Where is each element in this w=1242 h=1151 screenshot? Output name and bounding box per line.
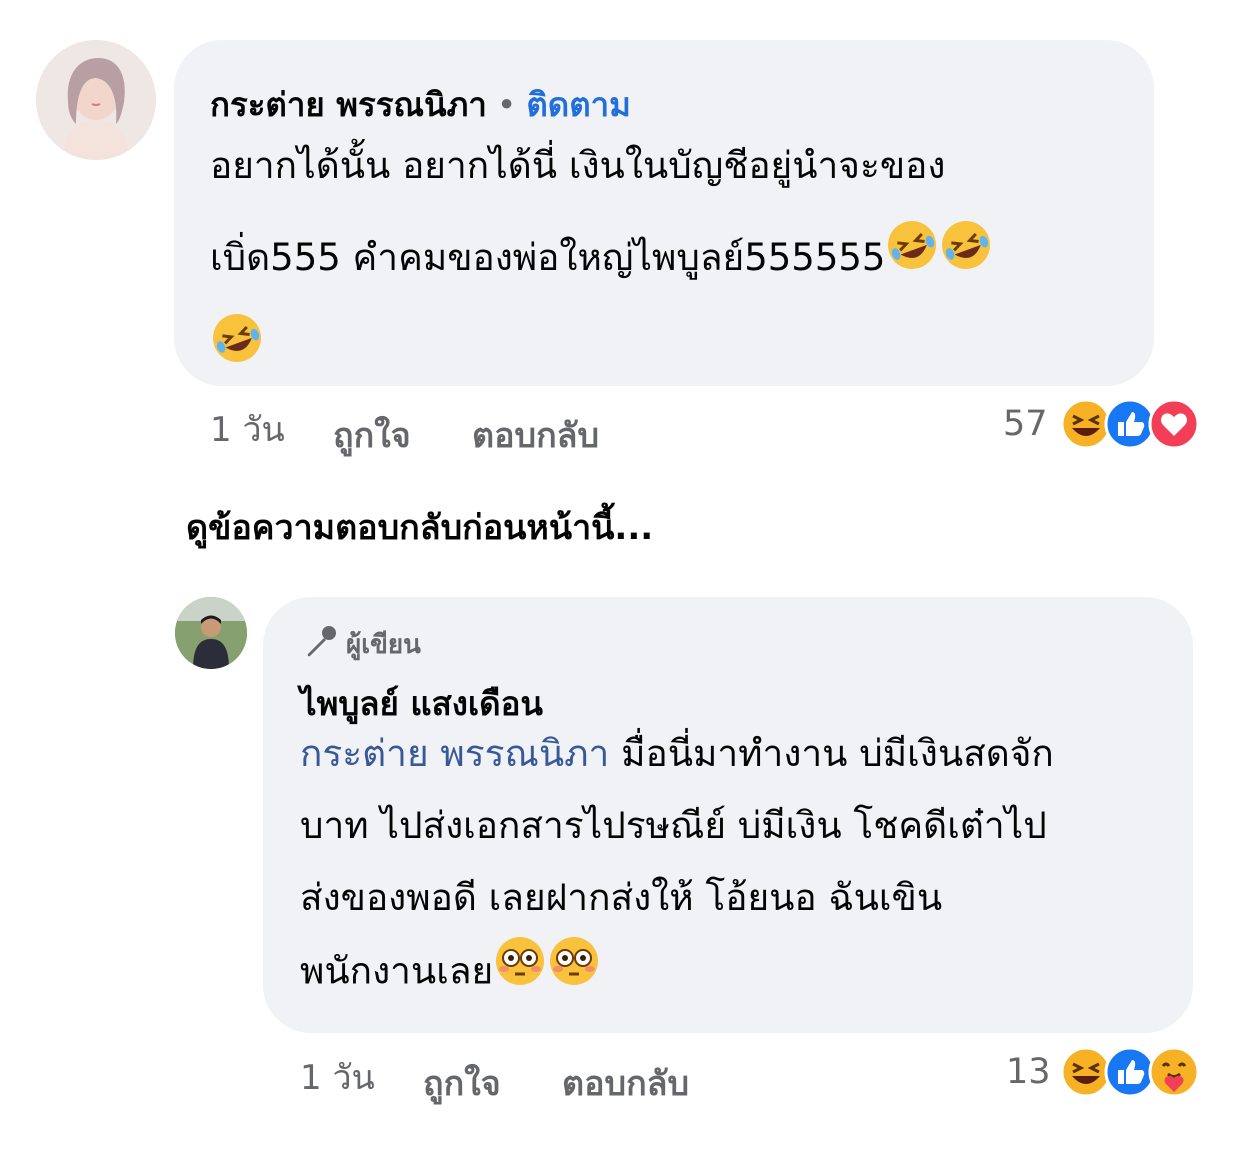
reply-line: ส่งของพอดี เลยฝากส่งให้ โอ้ยนอ ฉันเขิน bbox=[300, 876, 943, 919]
author-badge-label: ผู้เขียน bbox=[346, 630, 421, 660]
comment-time[interactable]: 1 วัน bbox=[210, 402, 285, 456]
comment-line-text: เบิ่ด555 คำคมของพ่อใหญ่ไพบูลย์555555 bbox=[210, 236, 886, 279]
reply-line: พนักงานเลย bbox=[300, 934, 1054, 1012]
reaction-count[interactable]: 13 bbox=[1006, 1052, 1051, 1092]
profile-photo bbox=[36, 40, 156, 160]
reply-button[interactable]: ตอบกลับ bbox=[472, 408, 599, 462]
separator-dot: • bbox=[496, 85, 517, 124]
comment-line: เบิ่ด555 คำคมของพ่อใหญ่ไพบูลย์555555 bbox=[210, 212, 993, 306]
reaction-icons[interactable] bbox=[1060, 1046, 1200, 1098]
comment-line bbox=[210, 306, 993, 400]
follow-link[interactable]: ติดตาม bbox=[526, 85, 631, 124]
reply-line: บาท ไปส่งเอกสารไปรษณีย์ บ่มีเงิน โชคดีเต… bbox=[300, 804, 1047, 847]
love-icon bbox=[1148, 398, 1200, 450]
rofl-emoji-icon bbox=[210, 307, 264, 399]
reply-button[interactable]: ตอบกลับ bbox=[562, 1056, 689, 1110]
reply-line-text: มื่อนี่มาทำงาน บ่มีเงินสดจัก bbox=[621, 732, 1054, 775]
avatar[interactable] bbox=[36, 40, 156, 160]
avatar[interactable] bbox=[175, 597, 247, 669]
flushed-emoji-icon bbox=[547, 934, 601, 1012]
author-badge: ผู้เขียน bbox=[302, 624, 421, 667]
comment-text: อยากได้นั้น อยากได้นี่ เงินในบัญชีอยู่นำ… bbox=[210, 120, 993, 399]
mention-link[interactable]: กระต่าย พรรณนิภา bbox=[300, 732, 609, 775]
view-previous-replies-link[interactable]: ดูข้อความตอบกลับก่อนหน้านี้... bbox=[186, 500, 653, 554]
author-name[interactable]: กระต่าย พรรณนิภา bbox=[210, 85, 487, 124]
microphone-icon bbox=[302, 624, 338, 667]
reaction-count[interactable]: 57 bbox=[1003, 404, 1048, 444]
profile-photo bbox=[175, 597, 247, 669]
care-icon bbox=[1148, 1046, 1200, 1098]
flushed-emoji-icon bbox=[493, 934, 547, 1012]
rofl-emoji-icon bbox=[885, 214, 939, 306]
reply-time[interactable]: 1 วัน bbox=[300, 1050, 375, 1104]
rofl-emoji-icon bbox=[939, 214, 993, 306]
reaction-icons[interactable] bbox=[1060, 398, 1200, 450]
comment-line: อยากได้นั้น อยากได้นี่ เงินในบัญชีอยู่นำ… bbox=[210, 144, 946, 187]
like-button[interactable]: ถูกใจ bbox=[423, 1056, 501, 1110]
reply-line: กระต่าย พรรณนิภา มื่อนี่มาทำงาน บ่มีเงิน… bbox=[300, 718, 1054, 790]
reply-text: กระต่าย พรรณนิภา มื่อนี่มาทำงาน บ่มีเงิน… bbox=[300, 718, 1054, 1012]
reply-line-text: พนักงานเลย bbox=[300, 949, 494, 993]
like-button[interactable]: ถูกใจ bbox=[333, 408, 411, 462]
